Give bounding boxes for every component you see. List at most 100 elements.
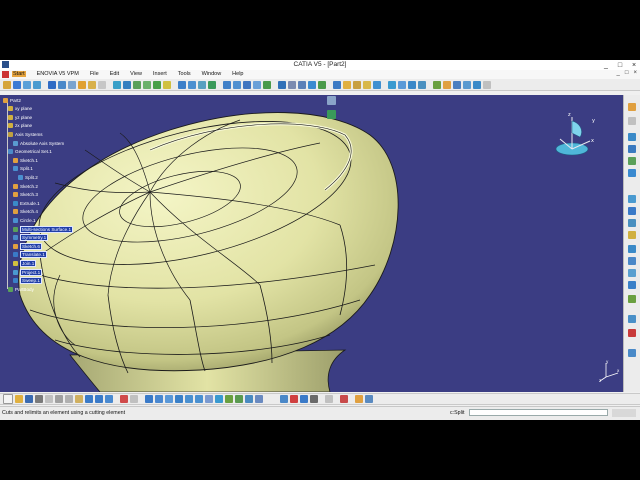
swap-space-icon[interactable]: [255, 395, 263, 403]
menu-tools[interactable]: Tools: [178, 71, 191, 77]
fillet-icon[interactable]: [223, 80, 231, 89]
scaling-icon[interactable]: [263, 80, 271, 89]
tree-node[interactable]: Translate.1: [13, 251, 47, 259]
law-icon[interactable]: [333, 80, 341, 89]
rotate-view-icon[interactable]: [175, 395, 183, 403]
normal-view-icon[interactable]: [205, 395, 213, 403]
doc-restore-button[interactable]: □: [625, 70, 629, 76]
sketch-tool-icon[interactable]: [278, 80, 286, 89]
surface-tool-icon[interactable]: [327, 110, 336, 119]
new-icon[interactable]: [3, 394, 13, 404]
tree-node[interactable]: Circle.1: [13, 216, 36, 224]
save-icon[interactable]: [25, 395, 33, 403]
undo-icon[interactable]: [85, 395, 93, 403]
remove-loft-icon[interactable]: [628, 257, 636, 265]
close-button[interactable]: ×: [630, 62, 638, 69]
paste-icon[interactable]: [75, 395, 83, 403]
shaft-icon[interactable]: [628, 157, 636, 165]
zoom-in-icon[interactable]: [185, 395, 193, 403]
customize-icon[interactable]: [355, 395, 363, 403]
shading-icon[interactable]: [225, 395, 233, 403]
tree-node[interactable]: Sketch.2: [13, 182, 38, 190]
macro-icon[interactable]: [130, 395, 138, 403]
body-icon[interactable]: [443, 80, 451, 89]
spline-icon[interactable]: [58, 80, 66, 89]
tree-node[interactable]: Sketch.6: [13, 242, 42, 250]
compass-widget[interactable]: x y z: [550, 109, 598, 161]
tree-node[interactable]: Sketch.3: [13, 191, 38, 199]
toolbar-handle-icon[interactable]: [628, 117, 636, 125]
options-icon[interactable]: [365, 395, 373, 403]
update-icon[interactable]: [120, 395, 128, 403]
cut-icon[interactable]: [55, 395, 63, 403]
loft-icon[interactable]: [628, 245, 636, 253]
tree-node[interactable]: Part2: [3, 96, 21, 104]
groove-icon[interactable]: [628, 169, 636, 177]
whats-this-icon[interactable]: [105, 395, 113, 403]
multi-view-icon[interactable]: [280, 395, 288, 403]
menu-window[interactable]: Window: [202, 71, 222, 77]
boundary-icon[interactable]: [198, 80, 206, 89]
grid-icon[interactable]: [288, 80, 296, 89]
knowledge-icon[interactable]: [363, 80, 371, 89]
thickness-icon[interactable]: [628, 329, 636, 337]
open-icon[interactable]: [15, 395, 23, 403]
plane-tool-icon[interactable]: [23, 80, 31, 89]
pan-icon[interactable]: [165, 395, 173, 403]
constraint-icon[interactable]: [308, 80, 316, 89]
tree-node[interactable]: Sweep.1: [13, 277, 42, 285]
tree-node[interactable]: Absolute Axis System: [13, 139, 64, 147]
tree-node[interactable]: Extrude.1: [13, 199, 40, 207]
shell-icon[interactable]: [628, 315, 636, 323]
fit-all-icon[interactable]: [155, 395, 163, 403]
hide-show-icon[interactable]: [245, 395, 253, 403]
curvature-icon[interactable]: [398, 80, 406, 89]
stiffener-icon[interactable]: [628, 231, 636, 239]
tree-node[interactable]: Join.1: [13, 259, 37, 267]
more-tools-icon[interactable]: [483, 80, 491, 89]
redo-icon[interactable]: [95, 395, 103, 403]
sweep-tool-icon[interactable]: [123, 80, 131, 89]
formula-icon[interactable]: [373, 80, 381, 89]
tree-node[interactable]: Sketch.1: [13, 156, 38, 164]
work-on-support-icon[interactable]: [453, 80, 461, 89]
doc-close-button[interactable]: ×: [633, 70, 637, 76]
measure-icon[interactable]: [343, 80, 351, 89]
menu-enovia[interactable]: ENOVIA V5 VPM: [37, 71, 79, 77]
slot-icon[interactable]: [628, 219, 636, 227]
snap-icon[interactable]: [298, 80, 306, 89]
tree-node[interactable]: Symmetry.1: [13, 234, 49, 242]
shading-edges-icon[interactable]: [235, 395, 243, 403]
analysis-icon[interactable]: [318, 80, 326, 89]
pocket-icon[interactable]: [628, 145, 636, 153]
pad-icon[interactable]: [628, 133, 636, 141]
tree-node[interactable]: Geometrical Set.1: [8, 148, 52, 156]
apply-material-icon[interactable]: [340, 395, 348, 403]
snapshot-icon[interactable]: [45, 395, 53, 403]
copy-icon[interactable]: [65, 395, 73, 403]
thread-icon[interactable]: [628, 349, 636, 357]
iso-view-icon[interactable]: [215, 395, 223, 403]
3d-constraint-icon[interactable]: [463, 80, 471, 89]
inertia-icon[interactable]: [353, 80, 361, 89]
helix-icon[interactable]: [68, 80, 76, 89]
trim-icon[interactable]: [188, 80, 196, 89]
circle-tool-icon[interactable]: [48, 80, 56, 89]
extract-icon[interactable]: [208, 80, 216, 89]
datum-icon[interactable]: [433, 80, 441, 89]
draft-analysis-icon[interactable]: [408, 80, 416, 89]
print-icon[interactable]: [35, 395, 43, 403]
offset-icon[interactable]: [113, 80, 121, 89]
tree-node[interactable]: Split.2: [18, 173, 38, 181]
projection-icon[interactable]: [33, 80, 41, 89]
material-icon[interactable]: [290, 395, 298, 403]
minimize-button[interactable]: _: [602, 62, 610, 69]
tree-node[interactable]: yz plane: [8, 113, 32, 121]
rotate-icon[interactable]: [243, 80, 251, 89]
symmetry-tool-icon[interactable]: [253, 80, 261, 89]
connect-checker-icon[interactable]: [388, 80, 396, 89]
join-tool-icon[interactable]: [163, 80, 171, 89]
document-icon[interactable]: [2, 71, 9, 78]
point-icon[interactable]: [3, 80, 11, 89]
multi-section-icon[interactable]: [143, 80, 151, 89]
